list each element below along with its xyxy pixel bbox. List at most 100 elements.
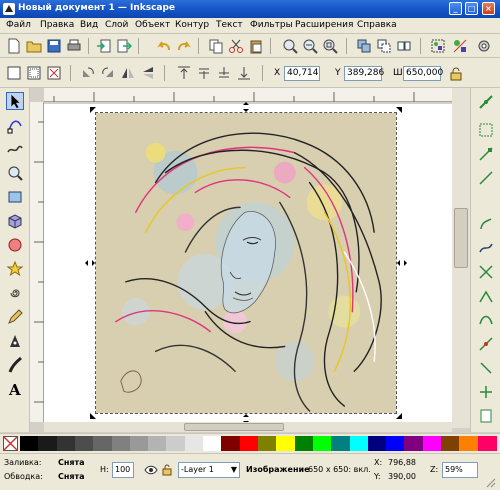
horizontal-scrollbar[interactable]: [44, 422, 452, 432]
flip-horizontal-icon[interactable]: [120, 65, 136, 81]
snap-bbox-edge-icon[interactable]: [478, 146, 494, 162]
open-icon[interactable]: [26, 38, 42, 54]
snap-midpoint-icon[interactable]: [478, 336, 494, 352]
snap-intersection-icon[interactable]: [478, 264, 494, 280]
vertical-scrollbar[interactable]: [452, 88, 470, 428]
close-button[interactable]: ×: [482, 2, 495, 15]
minimize-button[interactable]: _: [449, 2, 462, 15]
ungroup-icon[interactable]: [452, 38, 468, 54]
snap-smooth-icon[interactable]: [478, 312, 494, 328]
handle-bottom-left[interactable]: [90, 413, 96, 419]
color-swatch[interactable]: [386, 436, 406, 451]
rotate-ccw-icon[interactable]: [80, 65, 96, 81]
color-swatch[interactable]: [422, 436, 442, 451]
new-icon[interactable]: [6, 38, 22, 54]
import-icon[interactable]: [96, 38, 112, 54]
redo-icon[interactable]: [176, 38, 192, 54]
unlink-clone-icon[interactable]: [396, 38, 412, 54]
zoom-drawing-icon[interactable]: [302, 38, 318, 54]
copy-icon[interactable]: [208, 38, 224, 54]
color-swatch[interactable]: [367, 436, 387, 451]
cut-icon[interactable]: [228, 38, 244, 54]
spiral-icon[interactable]: [6, 284, 24, 302]
color-swatch[interactable]: [331, 436, 351, 451]
color-swatch[interactable]: [294, 436, 314, 451]
preferences-icon[interactable]: [476, 38, 492, 54]
handle-left-mid[interactable]: [85, 260, 95, 266]
ellipse-icon[interactable]: [6, 236, 24, 254]
snap-enable-icon[interactable]: [478, 94, 494, 110]
snap-path-icon[interactable]: [478, 240, 494, 256]
menu-help[interactable]: Справка: [357, 20, 397, 30]
color-swatch[interactable]: [184, 436, 204, 451]
menu-view[interactable]: Вид: [80, 20, 98, 30]
text-icon[interactable]: A: [6, 380, 24, 398]
snap-cusp-icon[interactable]: [478, 288, 494, 304]
fill-value[interactable]: Снята: [58, 458, 85, 467]
pencil-icon[interactable]: [6, 308, 24, 326]
horizontal-ruler[interactable]: [44, 88, 452, 102]
handle-top-mid[interactable]: [243, 102, 249, 112]
zoom-page-icon[interactable]: [322, 38, 338, 54]
menu-extensions[interactable]: Расширения: [295, 20, 353, 30]
lower-to-bottom-icon[interactable]: [236, 65, 252, 81]
tweak-icon[interactable]: [6, 140, 24, 158]
resize-grip-icon[interactable]: [484, 476, 496, 488]
export-icon[interactable]: [116, 38, 132, 54]
zoom-icon[interactable]: [6, 164, 24, 182]
zoom-selection-icon[interactable]: [282, 38, 298, 54]
select-all-layers-icon[interactable]: [26, 65, 42, 81]
snap-nodes-icon[interactable]: [478, 216, 494, 232]
calligraphy-icon[interactable]: [6, 356, 24, 374]
undo-icon[interactable]: [156, 38, 172, 54]
3d-box-icon[interactable]: [6, 212, 24, 230]
menu-text[interactable]: Текст: [216, 20, 243, 30]
snap-page-icon[interactable]: [478, 408, 494, 424]
handle-top-right[interactable]: [396, 107, 402, 113]
layer-visibility-icon[interactable]: [144, 463, 158, 477]
menu-file[interactable]: Файл: [6, 20, 31, 30]
deselect-icon[interactable]: [46, 65, 62, 81]
vertical-scroll-thumb[interactable]: [454, 208, 468, 268]
snap-bbox-icon[interactable]: [478, 122, 494, 138]
print-icon[interactable]: [66, 38, 82, 54]
duplicate-icon[interactable]: [356, 38, 372, 54]
selector-icon[interactable]: [6, 92, 24, 110]
color-swatch[interactable]: [477, 436, 497, 451]
node-icon[interactable]: [6, 116, 24, 134]
color-swatch[interactable]: [258, 436, 277, 451]
pen-icon[interactable]: [6, 332, 24, 350]
group-icon[interactable]: [430, 38, 446, 54]
layer-lock-icon[interactable]: [160, 463, 174, 477]
horizontal-scroll-thumb[interactable]: [184, 423, 284, 431]
y-input[interactable]: 389,286: [344, 66, 384, 81]
snap-center-icon[interactable]: [478, 360, 494, 376]
flip-vertical-icon[interactable]: [140, 65, 156, 81]
snap-rotation-icon[interactable]: [478, 384, 494, 400]
menu-edit[interactable]: Правка: [40, 20, 74, 30]
color-swatch[interactable]: [203, 436, 223, 451]
color-swatch[interactable]: [56, 436, 76, 451]
color-swatch[interactable]: [239, 436, 259, 451]
save-icon[interactable]: [46, 38, 62, 54]
menu-filters[interactable]: Фильтры: [250, 20, 293, 30]
snap-bbox-corner-icon[interactable]: [478, 170, 494, 186]
stroke-value[interactable]: Снята: [58, 472, 85, 481]
clone-icon[interactable]: [376, 38, 392, 54]
color-swatch[interactable]: [276, 436, 296, 451]
handle-bottom-right[interactable]: [396, 413, 402, 419]
raise-to-top-icon[interactable]: [176, 65, 192, 81]
color-swatch[interactable]: [312, 436, 332, 451]
color-swatch[interactable]: [74, 436, 94, 451]
color-swatch[interactable]: [148, 436, 168, 451]
rotate-cw-icon[interactable]: [100, 65, 116, 81]
color-swatch[interactable]: [93, 436, 113, 451]
opacity-input[interactable]: 100: [112, 462, 134, 478]
menu-path[interactable]: Контур: [175, 20, 209, 30]
vertical-ruler[interactable]: [30, 102, 44, 422]
color-swatch[interactable]: [166, 436, 186, 451]
color-swatch[interactable]: [441, 436, 461, 451]
color-swatch[interactable]: [349, 436, 369, 451]
rectangle-icon[interactable]: [6, 188, 24, 206]
menu-layer[interactable]: Слой: [105, 20, 128, 30]
